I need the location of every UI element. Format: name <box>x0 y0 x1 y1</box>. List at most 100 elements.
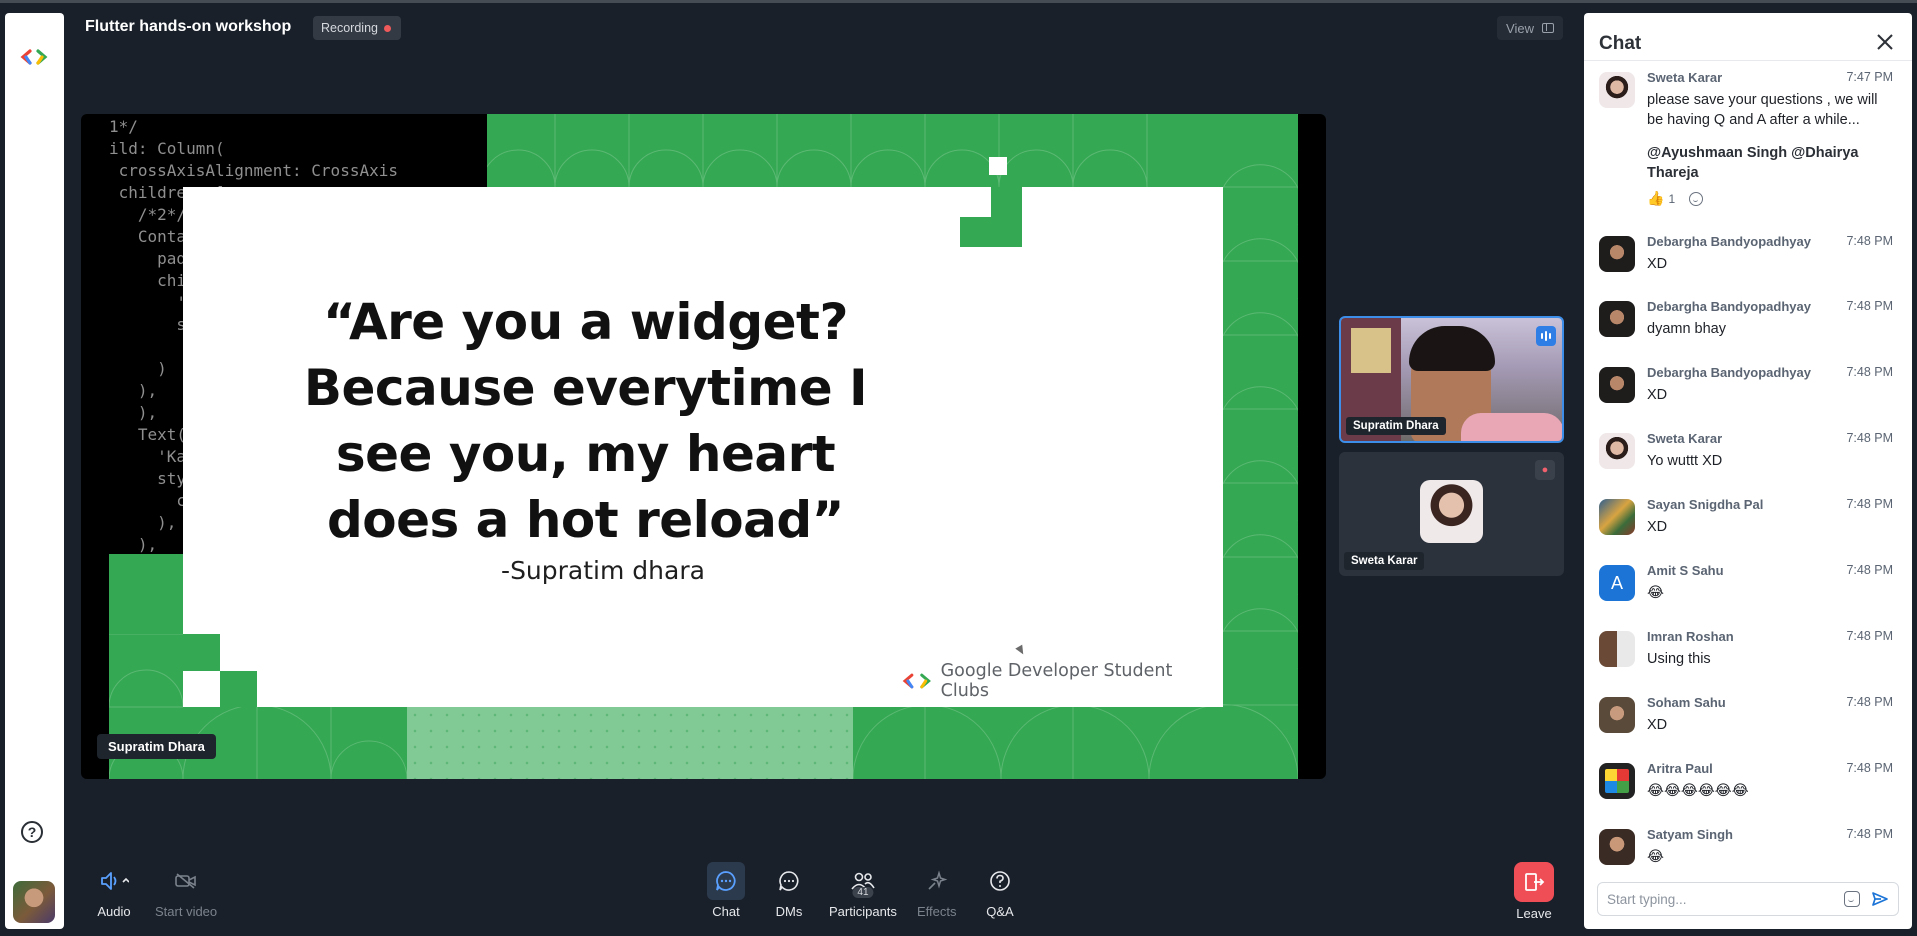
chat-text: XD <box>1647 387 1668 403</box>
chat-avatar <box>1599 631 1635 667</box>
chat-time: 7:48 PM <box>1846 695 1893 709</box>
chat-time: 7:48 PM <box>1846 761 1893 775</box>
participant-tile[interactable]: Supratim Dhara <box>1339 316 1564 443</box>
help-icon[interactable]: ? <box>21 821 43 843</box>
chat-message: Imran Roshan 7:48 PM Using this <box>1584 629 1912 679</box>
code-line: children: [ <box>109 183 225 202</box>
code-line: s <box>109 315 187 334</box>
chat-text: XD <box>1647 256 1668 272</box>
code-line: ' <box>109 293 187 312</box>
send-icon[interactable] <box>1871 890 1889 908</box>
code-line: ild: Column( <box>109 139 225 158</box>
chat-author: Debargha Bandyopadhyay <box>1647 234 1811 249</box>
reaction-count: 1 <box>1668 191 1676 206</box>
start-video-label: Start video <box>155 904 218 919</box>
participants-icon: 41 <box>844 862 882 900</box>
chat-time: 7:48 PM <box>1846 563 1893 577</box>
user-avatar[interactable] <box>13 881 55 923</box>
chat-message: Aritra Paul 7:48 PM 😂😂😂😂😂😂 <box>1584 761 1912 811</box>
code-line: crossAxisAlignment: CrossAxis <box>109 161 398 180</box>
chat-divider <box>1584 60 1912 61</box>
chat-avatar <box>1599 829 1635 865</box>
speaker-icon <box>95 862 133 900</box>
chat-text: XD <box>1647 519 1668 535</box>
participant-name: Sweta Karar <box>1344 552 1425 570</box>
add-reaction-icon[interactable] <box>1689 191 1704 206</box>
code-line: ) <box>109 359 167 378</box>
emoji-picker-icon[interactable] <box>1844 891 1860 907</box>
chat-message: Sweta Karar 7:48 PM Yo wuttt XD <box>1584 431 1912 481</box>
close-icon[interactable] <box>1876 33 1894 51</box>
code-line: Conta <box>109 227 187 246</box>
chat-author: Imran Roshan <box>1647 629 1734 644</box>
code-line: ), <box>109 535 158 554</box>
chat-text: Yo wuttt XD <box>1647 453 1723 469</box>
chat-button[interactable]: Chat <box>707 862 745 919</box>
chat-message: Sweta Karar 7:47 PM please save your que… <box>1584 70 1912 206</box>
effects-button[interactable]: Effects <box>917 862 957 919</box>
code-line: ), <box>109 403 158 422</box>
code-line: sty <box>109 469 187 488</box>
layout-grid-icon <box>1541 23 1554 33</box>
chat-avatar <box>1599 367 1635 403</box>
chat-input-box <box>1597 882 1899 916</box>
chat-author: Sweta Karar <box>1647 431 1723 446</box>
chat-message: Sayan Snigdha Pal 7:48 PM XD <box>1584 497 1912 547</box>
effects-label: Effects <box>917 904 957 919</box>
chat-time: 7:48 PM <box>1846 365 1893 379</box>
chat-avatar <box>1599 697 1635 733</box>
chat-avatar-letter: A <box>1599 565 1635 601</box>
participant-avatar <box>1420 480 1483 543</box>
leave-label: Leave <box>1516 906 1552 921</box>
gdsc-logo-icon[interactable] <box>19 42 49 72</box>
code-line: Text( <box>109 425 187 444</box>
mic-muted-icon: ● <box>1535 460 1555 480</box>
chat-time: 7:48 PM <box>1846 827 1893 841</box>
chat-time: 7:48 PM <box>1846 299 1893 313</box>
screen-share-stage: 1*/ ild: Column( crossAxisAlignment: Cros… <box>81 114 1326 779</box>
chat-avatar <box>1599 301 1635 337</box>
chat-label: Chat <box>712 904 740 919</box>
left-rail: ? <box>5 13 64 929</box>
chat-author: Debargha Bandyopadhyay <box>1647 365 1811 380</box>
qa-button[interactable]: Q&A <box>981 862 1019 919</box>
chat-avatar <box>1599 433 1635 469</box>
recording-dot-icon <box>383 24 391 32</box>
window-top-border <box>0 0 1917 3</box>
chat-text: 😂 <box>1647 585 1664 601</box>
view-button[interactable]: View <box>1497 16 1563 40</box>
chat-time: 7:47 PM <box>1846 70 1893 84</box>
chat-text: please save your questions , we will be … <box>1647 92 1878 128</box>
chat-avatar <box>1599 72 1635 108</box>
reaction-bar: 👍 1 <box>1647 190 1704 207</box>
chat-author: Sayan Snigdha Pal <box>1647 497 1764 512</box>
question-icon <box>981 862 1019 900</box>
participant-tile[interactable]: ● Sweta Karar <box>1339 452 1564 576</box>
chat-input[interactable] <box>1598 883 1828 915</box>
dms-label: DMs <box>775 904 803 919</box>
chat-author: Satyam Singh <box>1647 827 1733 842</box>
audio-button[interactable]: Audio <box>95 862 133 919</box>
code-line: 'Ka <box>109 447 187 466</box>
start-video-button[interactable]: Start video <box>155 862 217 919</box>
leave-button[interactable]: Leave <box>1514 862 1554 921</box>
chat-message: Debargha Bandyopadhyay 7:48 PM dyamn bha… <box>1584 299 1912 349</box>
code-line: pad <box>109 249 187 268</box>
reaction-pill[interactable]: 👍 1 <box>1647 190 1675 207</box>
chat-text: Using this <box>1647 651 1711 667</box>
chat-time: 7:48 PM <box>1846 234 1893 248</box>
chat-messages[interactable]: Sweta Karar 7:47 PM please save your que… <box>1584 63 1912 881</box>
chat-panel: Chat Sweta Karar 7:47 PM please save you… <box>1584 13 1912 929</box>
code-line: /*2*/ <box>109 205 187 224</box>
dms-button[interactable]: DMs <box>770 862 808 919</box>
reaction-emoji: 👍 <box>1647 190 1665 206</box>
participant-video <box>1409 326 1495 371</box>
chat-icon <box>707 862 745 900</box>
participant-video <box>1461 413 1562 441</box>
participant-name: Supratim Dhara <box>1346 417 1446 435</box>
effects-sparkle-icon <box>918 862 956 900</box>
chat-author: Debargha Bandyopadhyay <box>1647 299 1811 314</box>
participants-button[interactable]: 41 Participants <box>829 862 897 919</box>
chat-author: Soham Sahu <box>1647 695 1726 710</box>
